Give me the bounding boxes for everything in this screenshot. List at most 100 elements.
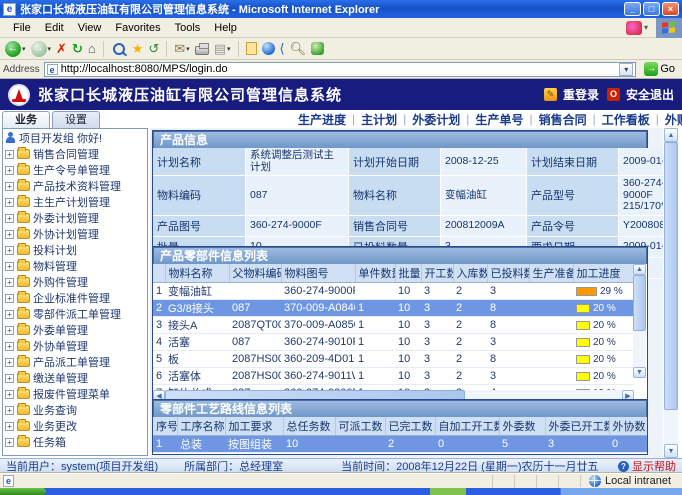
title-bar[interactable]: e 张家口长城液压油缸有限公司管理信息系统 - Microsoft Intern… (0, 0, 682, 18)
parts-vertical-scrollbar[interactable]: ▲ ▼ (633, 264, 646, 378)
tree-item[interactable]: +产品派工单管理 (5, 354, 147, 370)
close-button[interactable]: × (662, 2, 679, 16)
web-button[interactable] (261, 40, 276, 58)
expand-icon[interactable]: + (5, 262, 14, 271)
column-header[interactable] (153, 264, 165, 283)
expand-icon[interactable]: + (5, 230, 14, 239)
tree-item[interactable]: +缴送单管理 (5, 370, 147, 386)
column-header[interactable]: 加工要求 (225, 417, 283, 436)
favorites-button[interactable]: ★ (131, 40, 145, 58)
tree-item[interactable]: +外协单管理 (5, 338, 147, 354)
discuss-button[interactable] (245, 40, 258, 58)
show-help-link[interactable]: ? 显示帮助 (618, 458, 676, 474)
table-row[interactable]: 4活塞087360-274-9010F11032320 % (153, 334, 634, 351)
menu-item-help[interactable]: Help (207, 20, 244, 36)
page-vertical-scrollbar[interactable]: ▲ ▼ (664, 128, 678, 458)
maximize-button[interactable]: □ (643, 2, 660, 16)
column-header[interactable]: 入库数 (453, 264, 487, 283)
column-header[interactable]: 序号 (153, 417, 177, 436)
relogin-link[interactable]: ✎ 重登录 (544, 86, 599, 103)
tree-item[interactable]: +主生产计划管理 (5, 194, 147, 210)
expand-icon[interactable]: + (5, 294, 14, 303)
expand-icon[interactable]: + (5, 278, 14, 287)
expand-icon[interactable]: + (5, 150, 14, 159)
logout-link[interactable]: O 安全退出 (607, 86, 674, 103)
column-header[interactable]: 外协数 (609, 417, 648, 436)
back-button[interactable]: ←▾ (4, 40, 27, 58)
go-button[interactable]: → Go (640, 61, 679, 77)
tree-item[interactable]: +业务更改 (5, 418, 147, 434)
expand-icon[interactable]: + (5, 214, 14, 223)
scroll-down-icon[interactable]: ▼ (664, 444, 678, 458)
column-header[interactable]: 已投料数 (487, 264, 529, 283)
expand-icon[interactable]: + (5, 438, 14, 447)
expand-icon[interactable]: + (5, 358, 14, 367)
column-header[interactable]: 开工数 (421, 264, 453, 283)
tree-item[interactable]: +报废件管理菜单 (5, 386, 147, 402)
column-header[interactable]: 父物料编码 (229, 264, 281, 283)
search-button[interactable] (110, 40, 128, 58)
tree-item[interactable]: +零部件派工单管理 (5, 306, 147, 322)
minimize-button[interactable]: _ (624, 2, 641, 16)
refresh-button[interactable]: ↻ (71, 40, 84, 58)
scroll-down-icon[interactable]: ▼ (633, 367, 646, 378)
scroll-thumb[interactable] (633, 275, 646, 331)
start-button[interactable] (0, 488, 46, 495)
tree-item[interactable]: +外委单管理 (5, 322, 147, 338)
home-button[interactable]: ⌂ (87, 40, 97, 58)
research-button[interactable]: 🔍︎ (289, 40, 308, 58)
nav-item-6[interactable]: 工作看板 (602, 111, 650, 128)
address-dropdown-icon[interactable]: ▾ (619, 63, 633, 76)
tree-item[interactable]: +外委计划管理 (5, 210, 147, 226)
tab-business[interactable]: 业务 (2, 111, 50, 128)
table-row[interactable]: 6活塞体2087HS002360-274-9011W11032320 % (153, 368, 634, 385)
tree-item[interactable]: +业务查询 (5, 402, 147, 418)
menu-item-view[interactable]: View (71, 20, 109, 36)
stop-button[interactable]: ✗ (55, 40, 68, 58)
table-row[interactable]: 2G3/8接头087370-009-A084011032820 % (153, 300, 634, 317)
edit-button[interactable]: ▤▾ (213, 40, 232, 58)
forward-button[interactable]: →▾ (30, 40, 53, 58)
scroll-thumb[interactable] (664, 142, 678, 410)
scroll-up-icon[interactable]: ▲ (664, 128, 678, 142)
taskbar-app-button[interactable] (430, 488, 466, 495)
nav-item-5[interactable]: 销售合同 (539, 111, 587, 128)
column-header[interactable]: 外委数 (499, 417, 545, 436)
expand-icon[interactable]: + (5, 406, 14, 415)
expand-icon[interactable]: + (5, 390, 14, 399)
tree-item[interactable]: +外购件管理 (5, 274, 147, 290)
menu-item-edit[interactable]: Edit (38, 20, 71, 36)
column-header[interactable]: 生产准备 (529, 264, 573, 283)
column-header[interactable]: 自加工开工数 (435, 417, 499, 436)
channels-button[interactable]: ⟨ (279, 40, 286, 58)
messenger-button[interactable] (310, 40, 325, 58)
address-url[interactable]: http://localhost:8080/MPS/login.do (61, 63, 617, 75)
system-tray[interactable] (560, 488, 682, 495)
nav-item-3[interactable]: 外委计划 (412, 111, 460, 128)
expand-icon[interactable]: + (5, 374, 14, 383)
tree-item[interactable]: +企业标准件管理 (5, 290, 147, 306)
nav-item-7[interactable]: 外购件库存 (665, 111, 682, 128)
tree-item[interactable]: +投料计划 (5, 242, 147, 258)
table-row[interactable]: 1总装按图组装10205300 (153, 436, 648, 453)
menu-item-favorites[interactable]: Favorites (108, 20, 167, 36)
nav-item-1[interactable]: 生产进度 (298, 111, 346, 128)
scroll-up-icon[interactable]: ▲ (633, 264, 646, 275)
expand-icon[interactable]: + (5, 326, 14, 335)
column-header[interactable]: 可派工数 (335, 417, 385, 436)
expand-icon[interactable]: + (5, 198, 14, 207)
table-row[interactable]: 5板2087HS002360-209-4D01011032820 % (153, 351, 634, 368)
history-button[interactable]: ↺ (147, 40, 160, 58)
column-header[interactable]: 批量 (395, 264, 421, 283)
tree-item[interactable]: +生产令号单管理 (5, 162, 147, 178)
column-header[interactable]: 物料名称 (165, 264, 229, 283)
column-header[interactable]: 物料图号 (281, 264, 355, 283)
table-row[interactable]: 3接头A2087QT002370-009-A085011032820 % (153, 317, 634, 334)
expand-icon[interactable]: + (5, 422, 14, 431)
expand-icon[interactable]: + (5, 310, 14, 319)
mail-button[interactable]: ✉▾ (173, 40, 190, 58)
expand-icon[interactable]: + (5, 166, 14, 175)
tree-item[interactable]: +任务箱 (5, 434, 147, 450)
menu-item-file[interactable]: File (6, 20, 38, 36)
column-header[interactable]: 总任务数 (283, 417, 335, 436)
